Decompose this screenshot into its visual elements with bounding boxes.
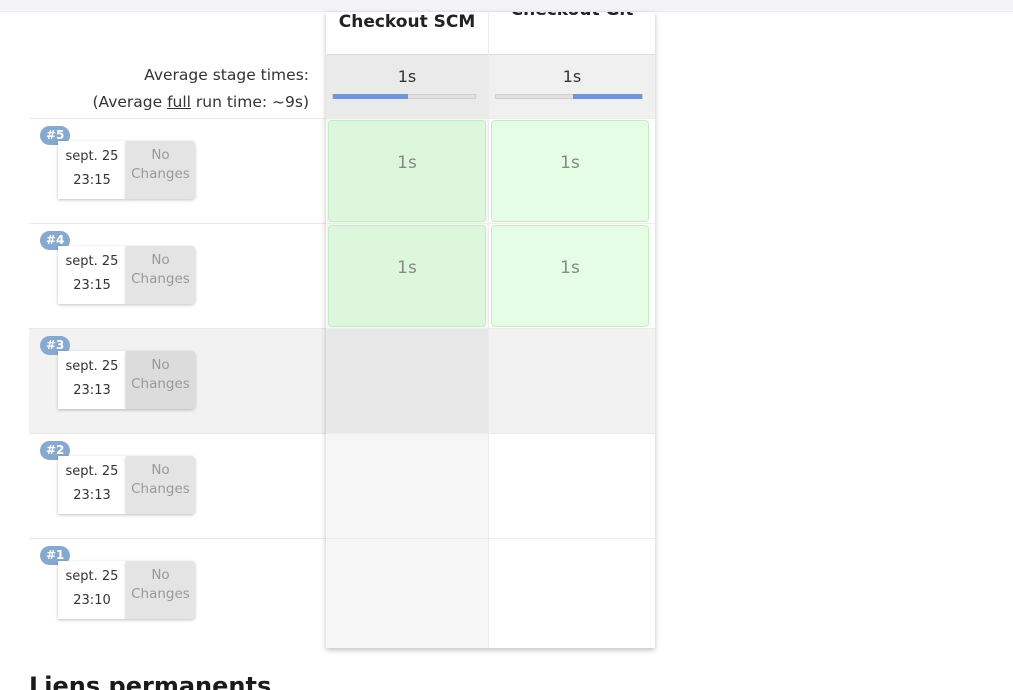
build-date: sept. 25 23:10 xyxy=(58,561,126,619)
build-row: #2 sept. 25 23:13 No Changes xyxy=(29,433,326,538)
build-date-day: sept. 25 xyxy=(65,464,119,479)
stage-cell-slot xyxy=(489,538,655,643)
average-stage-times-label: Average stage times: xyxy=(144,66,309,84)
stage-average-bar-fill xyxy=(573,94,642,99)
stage-average: 1s xyxy=(326,54,488,118)
pipeline-stage-view: Average stage times: (Average full run t… xyxy=(29,12,655,648)
stage-average-bar xyxy=(332,94,476,99)
stage-cell-duration: 1s xyxy=(397,258,417,278)
build-date-day: sept. 25 xyxy=(65,569,119,584)
stage-cell-duration: 1s xyxy=(560,153,580,173)
stage-header: Checkout Git xyxy=(489,12,655,54)
build-date-time: 23:13 xyxy=(73,383,111,398)
stage-cell-slot xyxy=(489,433,655,538)
stage-cell-slot xyxy=(326,328,488,433)
changes-button[interactable]: No Changes xyxy=(126,141,195,199)
stage-cell-success[interactable]: 1s xyxy=(328,120,486,222)
stage-table: Checkout SCM 1s 1s1s Checkout Git 1s 1s1… xyxy=(326,12,655,648)
stage-average-bar xyxy=(495,94,643,99)
top-bar xyxy=(0,0,1013,12)
stage-cell-duration: 1s xyxy=(560,258,580,278)
stage-column-checkout-git: Checkout Git 1s 1s 1s xyxy=(489,12,655,648)
build-date-day: sept. 25 xyxy=(65,149,119,164)
build-row: #5 sept. 25 23:15 No Changes xyxy=(29,118,326,223)
build-date: sept. 25 23:15 xyxy=(58,141,126,199)
build-date-time: 23:15 xyxy=(73,173,111,188)
full-run-link[interactable]: full xyxy=(167,93,191,111)
build-date-time: 23:15 xyxy=(73,278,111,293)
build-row: #3 sept. 25 23:13 No Changes xyxy=(29,328,326,433)
stage-average: 1s xyxy=(489,54,655,118)
stage-cell-success[interactable]: 1s xyxy=(491,120,649,222)
build-row: #4 sept. 25 23:15 No Changes xyxy=(29,223,326,328)
build-date: sept. 25 23:13 xyxy=(58,456,126,514)
stage-column-checkout-scm: Checkout SCM 1s 1s 1s xyxy=(326,12,489,648)
stage-cell-slot xyxy=(326,538,488,643)
build-row: #1 sept. 25 23:10 No Changes xyxy=(29,538,326,643)
section-title: Liens permanents xyxy=(29,672,272,690)
stage-cell-success[interactable]: 1s xyxy=(491,225,649,327)
stage-cell-duration: 1s xyxy=(397,153,417,173)
stage-cell-slot xyxy=(489,328,655,433)
build-date: sept. 25 23:15 xyxy=(58,246,126,304)
changes-button[interactable]: No Changes xyxy=(126,351,195,409)
changes-button[interactable]: No Changes xyxy=(126,456,195,514)
stage-header: Checkout SCM xyxy=(326,12,488,54)
stage-cell-success[interactable]: 1s xyxy=(328,225,486,327)
changes-button[interactable]: No Changes xyxy=(126,246,195,304)
average-run-time: (Average full run time: ~9s) xyxy=(92,93,309,111)
build-date-day: sept. 25 xyxy=(65,359,119,374)
stage-cell-slot xyxy=(326,433,488,538)
changes-button[interactable]: No Changes xyxy=(126,561,195,619)
build-date-day: sept. 25 xyxy=(65,254,119,269)
build-date-time: 23:10 xyxy=(73,593,111,608)
average-stage-times: Average stage times: (Average full run t… xyxy=(29,54,326,120)
stage-average-bar-fill xyxy=(333,94,409,99)
build-date: sept. 25 23:13 xyxy=(58,351,126,409)
build-date-time: 23:13 xyxy=(73,488,111,503)
